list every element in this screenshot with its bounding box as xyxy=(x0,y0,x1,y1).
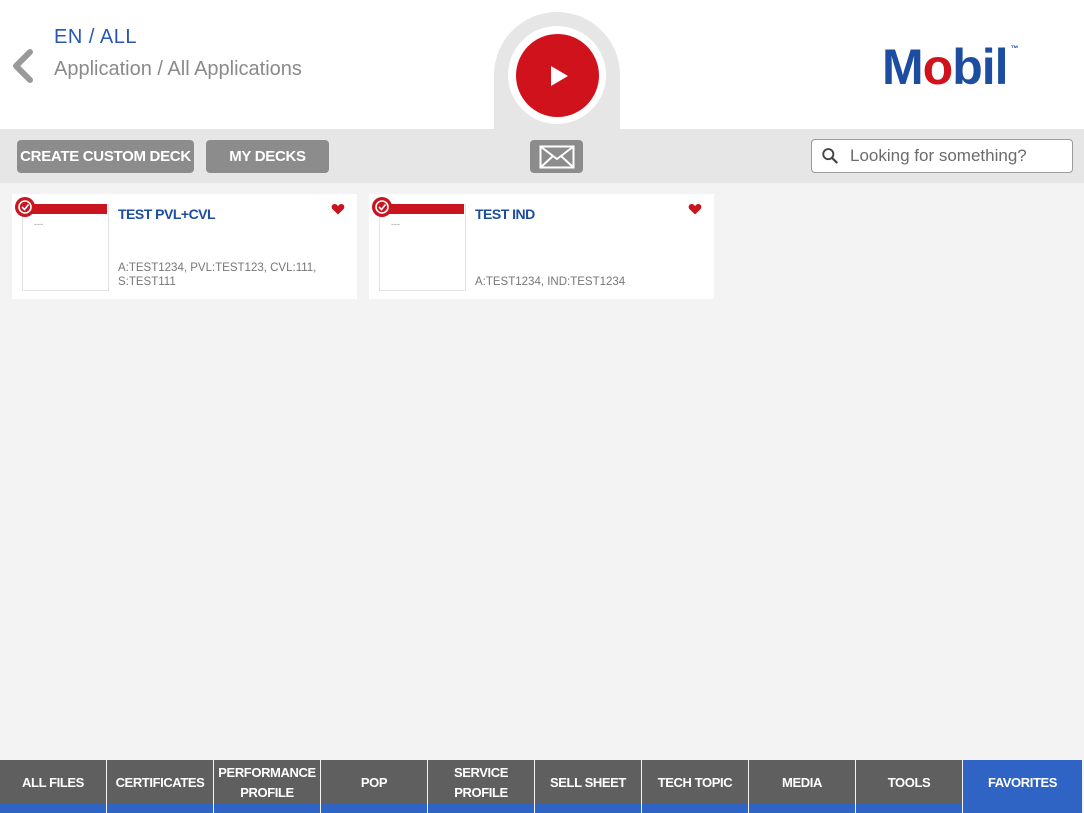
email-button[interactable] xyxy=(530,140,583,173)
nav-performance-profile[interactable]: PERFORMANCE PROFILE xyxy=(214,760,320,813)
deck-title: TEST IND xyxy=(475,206,535,222)
nav-sell-sheet[interactable]: SELL SHEET xyxy=(535,760,641,813)
thumbnail-text: --- xyxy=(391,219,400,229)
logo-text-bil: bil xyxy=(952,39,1008,95)
create-custom-deck-button[interactable]: CREATE CUSTOM DECK xyxy=(17,140,194,173)
nav-favorites[interactable]: FAVORITES xyxy=(963,760,1082,813)
breadcrumb-path: Application / All Applications xyxy=(54,58,302,80)
deck-tags: A:TEST1234, PVL:TEST123, CVL:111, S:TEST… xyxy=(118,262,317,288)
bottom-nav: ALL FILES CERTIFICATES PERFORMANCE PROFI… xyxy=(0,760,1084,813)
envelope-icon xyxy=(539,145,574,168)
nav-tools[interactable]: TOOLS xyxy=(856,760,962,813)
breadcrumb-language[interactable]: EN / ALL xyxy=(54,26,137,49)
checkmark-badge-icon[interactable] xyxy=(14,196,36,218)
mobil-logo: Mobil ™ xyxy=(882,38,1019,96)
logo-text-o: o xyxy=(922,39,954,95)
nav-service-profile[interactable]: SERVICE PROFILE xyxy=(428,760,534,813)
play-icon xyxy=(550,65,568,86)
header: EN / ALL Application / All Applications … xyxy=(0,0,1084,137)
deck-title: TEST PVL+CVL xyxy=(118,206,216,222)
thumbnail-text: --- xyxy=(34,219,43,229)
play-button[interactable] xyxy=(516,34,599,117)
heart-icon[interactable] xyxy=(331,202,345,216)
chevron-left-icon xyxy=(13,49,33,83)
checkmark-badge-icon[interactable] xyxy=(371,196,393,218)
deck-card[interactable]: --- TEST PVL+CVL A:TEST1234, PVL:TEST123… xyxy=(12,194,357,299)
nav-media[interactable]: MEDIA xyxy=(749,760,855,813)
back-button[interactable] xyxy=(8,46,38,86)
my-decks-button[interactable]: MY DECKS xyxy=(206,140,329,173)
nav-tech-topic[interactable]: TECH TOPIC xyxy=(642,760,748,813)
heart-icon[interactable] xyxy=(688,202,702,216)
search-icon xyxy=(822,148,838,164)
nav-all-files[interactable]: ALL FILES xyxy=(0,760,106,813)
search-input[interactable] xyxy=(848,145,1072,167)
nav-pop[interactable]: POP xyxy=(321,760,427,813)
logo-trademark: ™ xyxy=(1010,44,1019,53)
deck-tags: A:TEST1234, IND:TEST1234 xyxy=(475,276,626,288)
deck-card[interactable]: --- TEST IND A:TEST1234, IND:TEST1234 xyxy=(369,194,714,299)
logo-text-m: M xyxy=(882,39,924,95)
nav-certificates[interactable]: CERTIFICATES xyxy=(107,760,213,813)
toolbar: CREATE CUSTOM DECK MY DECKS xyxy=(0,129,1084,183)
search-box xyxy=(811,139,1073,173)
